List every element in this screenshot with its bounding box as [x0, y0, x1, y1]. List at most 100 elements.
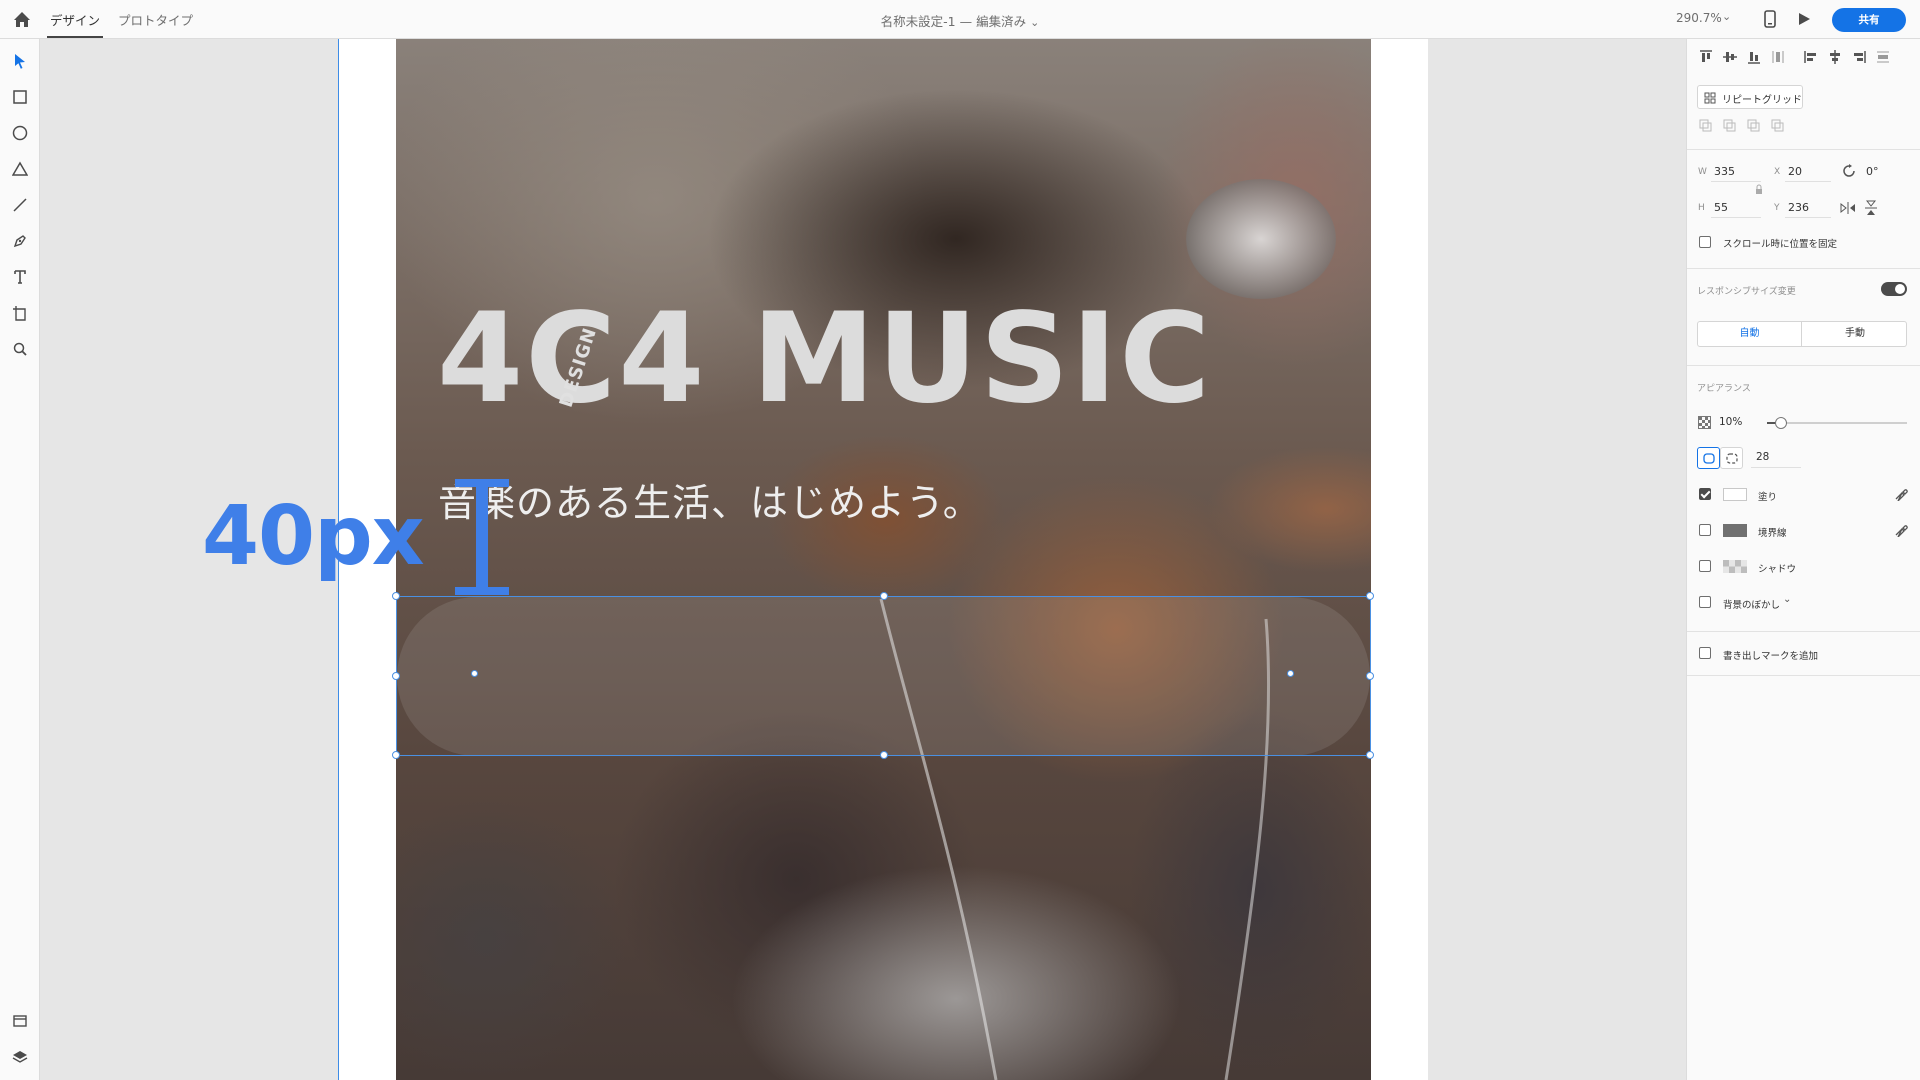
panel-divider [1687, 268, 1920, 269]
tab-design[interactable]: デザイン [46, 10, 104, 38]
design-canvas[interactable]: 4C4 MUSIC DESIGN 音楽のある生活、はじめよう。 40px [41, 39, 1686, 1080]
earphone-cable [879, 598, 1271, 1080]
bg-blur-checkbox[interactable] [1699, 596, 1711, 608]
corner-radius-handle-left[interactable] [471, 670, 478, 677]
resize-handle-top[interactable] [880, 592, 888, 600]
bg-blur-label: 背景のぼかし [1723, 600, 1781, 611]
flip-horizontal-icon[interactable] [1840, 201, 1856, 215]
pen-icon[interactable] [10, 231, 30, 251]
resize-manual-option[interactable]: 手動 [1803, 322, 1907, 346]
rotation-field[interactable]: 0° [1866, 165, 1879, 178]
selection-box[interactable] [392, 592, 1374, 759]
fix-scroll-label: スクロール時に位置を固定 [1723, 239, 1838, 250]
xd-app-window: デザイン プロトタイプ 名称未設定-1 — 編集済み ⌄ 290.7% ⌄ 共有 [0, 0, 1920, 1080]
align-center-icon[interactable] [1827, 49, 1843, 65]
align-top-icon[interactable] [1698, 49, 1714, 65]
chevron-down-icon[interactable]: ⌄ [1030, 16, 1039, 29]
corner-radius-uniform-button[interactable] [1697, 447, 1720, 469]
logo-text[interactable]: 4C4 MUSIC [437, 297, 1212, 421]
height-label: H [1698, 203, 1705, 213]
eyedropper-icon[interactable] [1894, 487, 1908, 501]
resize-handle-left[interactable] [392, 672, 400, 680]
boolean-ops-icons[interactable] [1699, 119, 1789, 133]
corner-radius-handle-right[interactable] [1287, 670, 1294, 677]
fill-label: 塗り [1758, 492, 1778, 503]
polygon-icon[interactable] [10, 159, 30, 179]
text-icon[interactable] [10, 267, 30, 287]
rotate-icon [1843, 164, 1855, 177]
flip-vertical-icon[interactable] [1864, 200, 1878, 216]
logo-group[interactable]: 4C4 MUSIC DESIGN [437, 297, 1212, 421]
top-bar: デザイン プロトタイプ 名称未設定-1 — 編集済み ⌄ 290.7% ⌄ 共有 [0, 0, 1920, 39]
resize-mode-segmented: 自動 手動 [1697, 321, 1907, 347]
hero-photo[interactable] [396, 39, 1371, 1080]
shadow-checkbox[interactable] [1699, 560, 1711, 572]
x-label: X [1774, 167, 1781, 177]
resize-handle-right[interactable] [1366, 672, 1374, 680]
align-middle-icon[interactable] [1722, 49, 1738, 65]
shadow-swatch[interactable] [1723, 560, 1747, 573]
tab-prototype[interactable]: プロトタイプ [118, 10, 193, 29]
shadow-label: シャドウ [1758, 564, 1797, 575]
resize-handle-bottom-left[interactable] [392, 751, 400, 759]
opacity-slider-track[interactable] [1767, 417, 1907, 429]
corner-radius-individual-button[interactable] [1720, 447, 1743, 469]
y-field[interactable]: 236 [1788, 201, 1809, 214]
tagline-text[interactable]: 音楽のある生活、はじめよう。 [438, 472, 982, 527]
eyedropper-icon[interactable] [1894, 523, 1908, 537]
device-preview-icon[interactable] [1763, 10, 1777, 32]
align-right-icon[interactable] [1851, 49, 1867, 65]
zoom-level[interactable]: 290.7% [1676, 11, 1722, 25]
share-button[interactable]: 共有 [1832, 8, 1906, 32]
export-mark-checkbox[interactable] [1699, 647, 1711, 659]
width-label: W [1698, 167, 1707, 177]
artboard-icon[interactable] [10, 303, 30, 323]
line-icon[interactable] [10, 195, 30, 215]
responsive-toggle[interactable] [1881, 282, 1907, 296]
x-field[interactable]: 20 [1788, 165, 1802, 178]
spacing-annotation-ibeam-icon [455, 479, 509, 595]
assets-icon[interactable] [10, 1011, 30, 1031]
chevron-down-icon[interactable]: ⌄ [1783, 594, 1791, 605]
zoom-chevron-down-icon[interactable]: ⌄ [1722, 10, 1731, 23]
align-left-icon[interactable] [1803, 49, 1819, 65]
resize-handle-bottom[interactable] [880, 751, 888, 759]
distribute-vertical-icon[interactable] [1770, 49, 1786, 65]
home-icon[interactable] [11, 9, 33, 31]
document-name[interactable]: 名称未設定-1 [881, 14, 956, 29]
opacity-slider-thumb[interactable] [1775, 417, 1787, 429]
resize-handle-top-left[interactable] [392, 592, 400, 600]
export-mark-label: 書き出しマークを追加 [1723, 651, 1819, 662]
border-checkbox[interactable] [1699, 524, 1711, 536]
corner-radius-field[interactable]: 28 [1756, 451, 1769, 463]
border-label: 境界線 [1758, 528, 1787, 539]
opacity-icon [1698, 416, 1711, 429]
width-field[interactable]: 335 [1714, 165, 1735, 178]
zoom-icon[interactable] [10, 339, 30, 359]
select-icon[interactable] [10, 51, 30, 71]
rounded-rect-icon [1703, 453, 1715, 464]
align-bottom-icon[interactable] [1746, 49, 1762, 65]
fix-scroll-checkbox[interactable] [1699, 236, 1711, 248]
fill-checkbox[interactable] [1699, 488, 1711, 500]
document-title: 名称未設定-1 — 編集済み ⌄ [0, 11, 1920, 30]
layers-icon[interactable] [10, 1047, 30, 1067]
panel-divider [1687, 149, 1920, 150]
repeat-grid-button[interactable]: リピートグリッド [1697, 85, 1803, 109]
play-preview-icon[interactable] [1796, 11, 1812, 31]
fill-color-swatch[interactable] [1723, 488, 1747, 501]
document-status[interactable]: 編集済み [976, 14, 1026, 29]
distribute-horizontal-icon[interactable] [1875, 49, 1891, 65]
opacity-field[interactable]: 10% [1719, 416, 1742, 428]
panel-divider [1687, 365, 1920, 366]
height-field[interactable]: 55 [1714, 201, 1728, 214]
resize-auto-option[interactable]: 自動 [1698, 322, 1802, 346]
border-color-swatch[interactable] [1723, 524, 1747, 537]
resize-handle-top-right[interactable] [1366, 592, 1374, 600]
responsive-resize-label: レスポンシブサイズ変更 [1697, 287, 1796, 297]
resize-handle-bottom-right[interactable] [1366, 751, 1374, 759]
y-label: Y [1774, 203, 1780, 213]
rectangle-icon[interactable] [10, 87, 30, 107]
ellipse-icon[interactable] [10, 123, 30, 143]
lock-aspect-icon[interactable] [1755, 184, 1763, 196]
